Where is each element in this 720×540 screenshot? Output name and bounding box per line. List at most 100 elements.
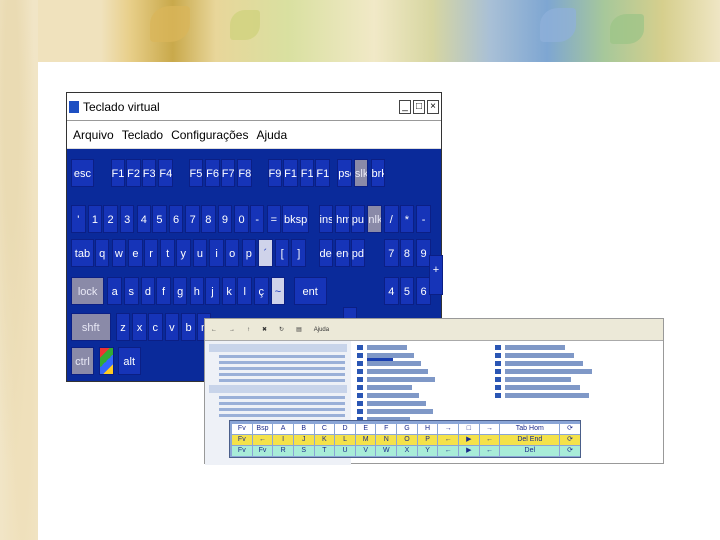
stop-icon[interactable]: ✖	[262, 326, 267, 333]
key-shft[interactable]: shft	[71, 313, 111, 341]
key-tab[interactable]: tab	[71, 239, 94, 267]
task-link[interactable]	[219, 361, 345, 364]
task-link[interactable]	[219, 379, 345, 382]
strip-key[interactable]: →	[479, 424, 500, 434]
strip-key[interactable]: ←	[438, 446, 459, 456]
key-w[interactable]: w	[111, 239, 127, 267]
strip-key[interactable]: U	[335, 446, 355, 456]
forward-icon[interactable]: →	[229, 327, 235, 333]
key-9[interactable]: 9	[217, 205, 233, 233]
key-slk[interactable]: slk	[353, 159, 369, 187]
strip-key[interactable]: ←	[479, 446, 500, 456]
task-panel-header[interactable]	[209, 385, 347, 393]
key-symbol[interactable]: /	[384, 205, 399, 233]
strip-key[interactable]: □	[459, 424, 479, 434]
strip-key[interactable]: I	[273, 435, 293, 445]
file-item[interactable]	[367, 393, 419, 398]
file-item[interactable]	[505, 385, 580, 390]
key-p[interactable]: p	[241, 239, 257, 267]
strip-key[interactable]: D	[335, 424, 355, 434]
strip-key[interactable]: →	[438, 424, 459, 434]
strip-key[interactable]: T	[314, 446, 335, 456]
key-l[interactable]: l	[237, 277, 252, 305]
key-symbol[interactable]: [	[274, 239, 290, 267]
key-j[interactable]: j	[205, 277, 220, 305]
task-link[interactable]	[219, 408, 345, 411]
strip-key[interactable]: ▶	[459, 435, 479, 445]
key-nlk[interactable]: nlk	[367, 205, 382, 233]
task-link[interactable]	[219, 367, 345, 370]
file-item[interactable]	[505, 377, 571, 382]
key-F1[interactable]: F1	[110, 159, 126, 187]
file-item[interactable]	[367, 409, 433, 414]
key-symbol[interactable]: '	[71, 205, 86, 233]
key-psc[interactable]: psc	[337, 159, 352, 187]
close-icon[interactable]: ×	[427, 99, 439, 114]
strip-key[interactable]: K	[314, 435, 335, 445]
key-symbol[interactable]: =	[266, 205, 282, 233]
key-a[interactable]: a	[107, 277, 122, 305]
strip-key[interactable]: V	[355, 446, 376, 456]
key-7[interactable]: 7	[384, 239, 399, 267]
file-item[interactable]	[367, 401, 426, 406]
file-item[interactable]	[505, 345, 565, 350]
key-end[interactable]: end	[335, 239, 350, 267]
key-ctrl[interactable]: ctrl	[71, 347, 94, 375]
strip-key[interactable]: H	[417, 424, 438, 434]
menu-item-teclado[interactable]: Teclado	[122, 128, 163, 142]
key-4[interactable]: 4	[384, 277, 399, 305]
key-brk[interactable]: brk	[370, 159, 386, 187]
menu-item-ajuda[interactable]: Ajuda	[256, 128, 287, 142]
file-item[interactable]	[367, 353, 414, 358]
strip-key[interactable]: ←	[252, 435, 273, 445]
strip-key[interactable]: S	[293, 446, 314, 456]
task-link[interactable]	[219, 373, 345, 376]
strip-key[interactable]: Fv	[232, 446, 252, 456]
up-icon[interactable]: ↑	[247, 327, 250, 333]
strip-key[interactable]: N	[376, 435, 397, 445]
minimize-icon[interactable]: _	[399, 99, 411, 114]
key-del[interactable]: del	[318, 239, 334, 267]
key-u[interactable]: u	[192, 239, 208, 267]
key-2[interactable]: 2	[103, 205, 118, 233]
file-item[interactable]	[505, 353, 574, 358]
key-symbol[interactable]: ´	[258, 239, 273, 267]
key-bksp[interactable]: bksp	[282, 205, 310, 233]
key-5[interactable]: 5	[399, 277, 415, 305]
task-link[interactable]	[219, 414, 345, 417]
strip-key[interactable]: ⟳	[560, 424, 580, 434]
key-i[interactable]: i	[209, 239, 224, 267]
strip-key[interactable]: A	[273, 424, 293, 434]
key-symbol[interactable]: ç	[254, 277, 269, 305]
strip-key[interactable]: E	[355, 424, 376, 434]
strip-key[interactable]: Bsp	[252, 424, 273, 434]
strip-key[interactable]: R	[273, 446, 293, 456]
key-F3[interactable]: F3	[141, 159, 157, 187]
strip-key[interactable]: ▶	[459, 446, 479, 456]
file-item[interactable]	[367, 369, 428, 374]
strip-key[interactable]: ⟳	[560, 446, 580, 456]
task-panel-header[interactable]	[209, 344, 347, 352]
key-pup[interactable]: pup	[350, 205, 366, 233]
strip-key[interactable]: G	[397, 424, 417, 434]
key-6[interactable]: 6	[168, 205, 184, 233]
key-hm[interactable]: hm	[335, 205, 350, 233]
key-0[interactable]: 0	[234, 205, 249, 233]
strip-key[interactable]: X	[397, 446, 417, 456]
strip-key[interactable]: P	[417, 435, 438, 445]
key-e[interactable]: e	[128, 239, 143, 267]
key-y[interactable]: y	[176, 239, 191, 267]
key-s[interactable]: s	[124, 277, 139, 305]
key-5[interactable]: 5	[152, 205, 167, 233]
file-item[interactable]	[367, 385, 412, 390]
strip-key[interactable]: Tab Hom	[500, 424, 560, 434]
file-item[interactable]	[505, 361, 583, 366]
file-item[interactable]	[505, 393, 589, 398]
strip-key[interactable]: F	[376, 424, 397, 434]
strip-key[interactable]: O	[397, 435, 417, 445]
key-F4[interactable]: F4	[158, 159, 173, 187]
file-item[interactable]	[367, 361, 421, 366]
key-o[interactable]: o	[224, 239, 240, 267]
key-1[interactable]: 1	[87, 205, 103, 233]
file-item[interactable]	[367, 377, 435, 382]
